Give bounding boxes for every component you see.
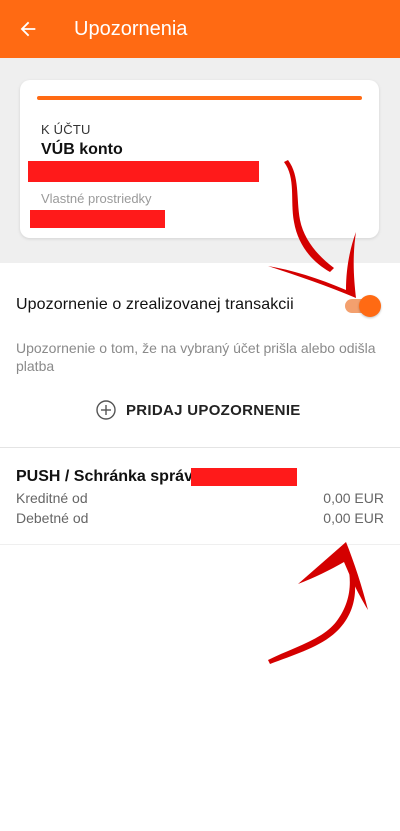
notification-section: Upozornenie o zrealizovanej transakcii U… [0, 263, 400, 447]
account-card[interactable]: K ÚČTU VÚB konto Vlastné prostriedky [20, 80, 379, 238]
debit-row: Debetné od 0,00 EUR [16, 510, 384, 526]
debit-value: 0,00 EUR [323, 510, 384, 526]
toggle-thumb [359, 295, 381, 317]
notification-toggle[interactable] [345, 294, 381, 317]
account-name: VÚB konto [41, 141, 123, 158]
account-sub-label: Vlastné prostriedky [41, 191, 152, 206]
plus-circle-icon [96, 400, 116, 420]
debit-label: Debetné od [16, 510, 89, 526]
push-title: PUSH / Schránka správ [16, 468, 193, 485]
page-title: Upozornenia [74, 18, 188, 40]
divider [0, 544, 400, 545]
back-button[interactable] [14, 15, 42, 43]
card-accent-bar [37, 96, 362, 100]
add-notification-label: PRIDAJ UPOZORNENIE [126, 401, 301, 419]
account-label: K ÚČTU [41, 122, 91, 137]
credit-label: Kreditné od [16, 490, 88, 506]
credit-row: Kreditné od 0,00 EUR [16, 490, 384, 506]
notification-description: Upozornenie o tom, že na vybraný účet pr… [16, 340, 376, 374]
push-section[interactable]: PUSH / Schránka správ Kreditné od 0,00 E… [0, 448, 400, 544]
account-section: K ÚČTU VÚB konto Vlastné prostriedky [0, 58, 400, 263]
notification-label: Upozornenie o zrealizovanej transakcii [16, 296, 294, 313]
arrow-left-icon [20, 21, 36, 37]
app-bar: Upozornenia [0, 0, 400, 58]
credit-value: 0,00 EUR [323, 490, 384, 506]
add-notification-button[interactable]: PRIDAJ UPOZORNENIE [96, 397, 301, 423]
annotation-arrow-values [268, 542, 368, 664]
redacted-balance [30, 210, 165, 228]
redacted-push-target [191, 468, 297, 486]
redacted-account-number [28, 161, 259, 182]
